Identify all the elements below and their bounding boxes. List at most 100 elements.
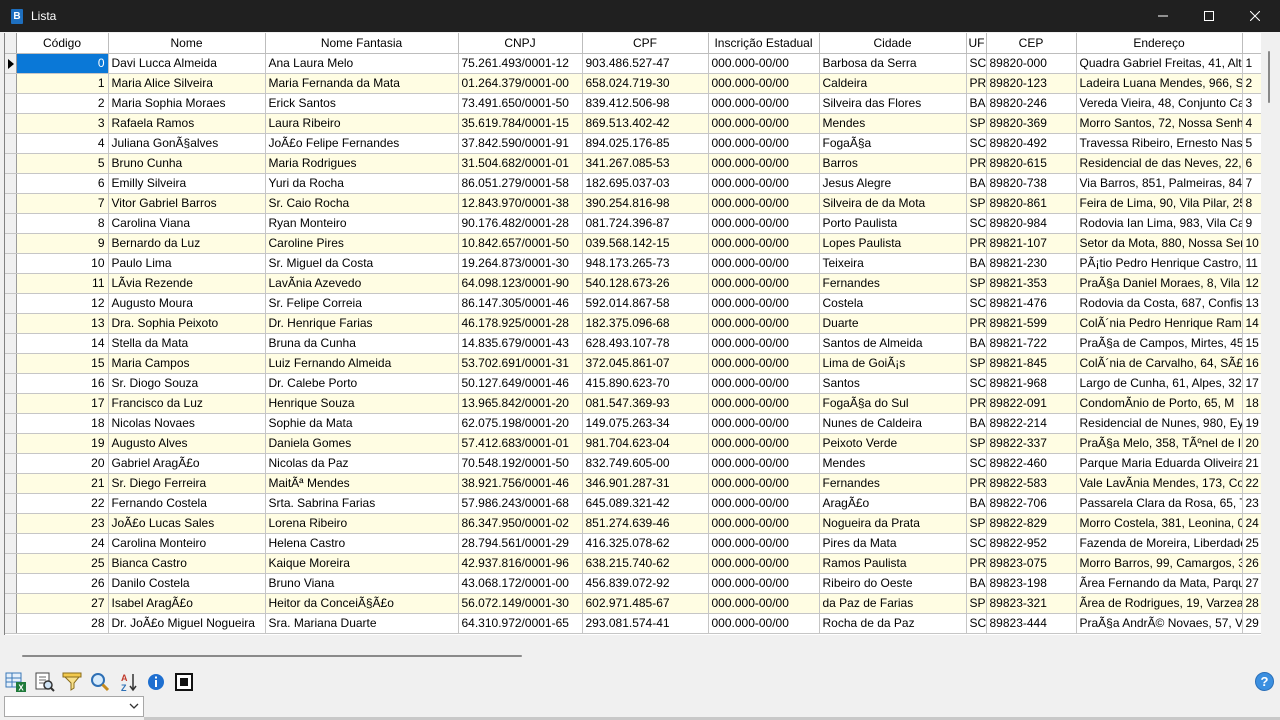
cell-cidade[interactable]: Duarte <box>819 313 967 334</box>
cell-cep[interactable]: 89822-706 <box>986 493 1077 514</box>
cell-cidade[interactable]: FogaÃ§a <box>819 133 967 154</box>
cell-nome[interactable]: Augusto Moura <box>108 293 266 314</box>
row-indicator[interactable] <box>5 353 17 374</box>
column-header-nome[interactable]: Nome <box>108 33 266 54</box>
cell-uf[interactable]: SC <box>966 133 987 154</box>
table-row[interactable]: 17 Francisco da Luz Henrique Souza 13.965.8… <box>5 393 1261 414</box>
cell-uf[interactable]: SP <box>966 433 987 454</box>
data-grid[interactable]: Código Nome Nome Fantasia CNPJ CPF Inscr… <box>4 33 1261 635</box>
cell-cep[interactable]: 89822-460 <box>986 453 1077 474</box>
column-header-uf[interactable]: UF <box>966 33 987 54</box>
cell-cnpj[interactable]: 19.264.873/0001-30 <box>458 253 583 274</box>
cell-endereco[interactable]: Parque Maria Eduarda Oliveira, <box>1076 453 1243 474</box>
cell-nome-fantasia[interactable]: Laura Ribeiro <box>265 113 459 134</box>
row-indicator[interactable] <box>5 113 17 134</box>
cell-cidade[interactable]: Rocha de da Paz <box>819 613 967 634</box>
cell-extra[interactable]: 2 <box>1242 73 1261 94</box>
table-row[interactable]: 2 Maria Sophia Moraes Erick Santos 73.491.6… <box>5 93 1261 114</box>
cell-cnpj[interactable]: 64.310.972/0001-65 <box>458 613 583 634</box>
cell-nome[interactable]: Juliana GonÃ§alves <box>108 133 266 154</box>
cell-cnpj[interactable]: 50.127.649/0001-46 <box>458 373 583 394</box>
cell-nome-fantasia[interactable]: Luiz Fernando Almeida <box>265 353 459 374</box>
cell-cidade[interactable]: Ramos Paulista <box>819 553 967 574</box>
cell-inscricao-estadual[interactable]: 000.000-00/00 <box>708 573 820 594</box>
cell-nome[interactable]: Dra. Sophia Peixoto <box>108 313 266 334</box>
row-indicator[interactable] <box>5 393 17 414</box>
minimize-button[interactable] <box>1140 0 1186 32</box>
cell-extra[interactable]: 11 <box>1242 253 1261 274</box>
cell-inscricao-estadual[interactable]: 000.000-00/00 <box>708 353 820 374</box>
sort-az-button[interactable]: A Z <box>116 670 140 694</box>
cell-uf[interactable]: PR <box>966 393 987 414</box>
cell-cpf[interactable]: 869.513.402-42 <box>582 113 709 134</box>
print-preview-button[interactable] <box>32 670 56 694</box>
table-row[interactable]: 18 Nicolas Novaes Sophie da Mata 62.075.198… <box>5 413 1261 434</box>
cell-nome[interactable]: Isabel AragÃ£o <box>108 593 266 614</box>
cell-cnpj[interactable]: 86.051.279/0001-58 <box>458 173 583 194</box>
filter-dropdown[interactable] <box>4 696 144 717</box>
cell-cnpj[interactable]: 64.098.123/0001-90 <box>458 273 583 294</box>
cell-inscricao-estadual[interactable]: 000.000-00/00 <box>708 273 820 294</box>
cell-nome-fantasia[interactable]: Erick Santos <box>265 93 459 114</box>
cell-extra[interactable]: 12 <box>1242 273 1261 294</box>
cell-extra[interactable]: 1 <box>1242 53 1261 74</box>
cell-cpf[interactable]: 456.839.072-92 <box>582 573 709 594</box>
row-indicator[interactable] <box>5 613 17 634</box>
cell-nome[interactable]: Carolina Viana <box>108 213 266 234</box>
cell-nome-fantasia[interactable]: Henrique Souza <box>265 393 459 414</box>
cell-cep[interactable]: 89821-845 <box>986 353 1077 374</box>
cell-cnpj[interactable]: 01.264.379/0001-00 <box>458 73 583 94</box>
cell-cidade[interactable]: Costela <box>819 293 967 314</box>
cell-nome-fantasia[interactable]: Sophie da Mata <box>265 413 459 434</box>
maximize-button[interactable] <box>1186 0 1232 32</box>
cell-uf[interactable]: PR <box>966 473 987 494</box>
cell-endereco[interactable]: Morro Santos, 72, Nossa Senho <box>1076 113 1243 134</box>
cell-cpf[interactable]: 341.267.085-53 <box>582 153 709 174</box>
cell-nome[interactable]: Augusto Alves <box>108 433 266 454</box>
cell-cep[interactable]: 89822-829 <box>986 513 1077 534</box>
cell-nome[interactable]: JoÃ£o Lucas Sales <box>108 513 266 534</box>
row-indicator[interactable] <box>5 173 17 194</box>
column-header-cnpj[interactable]: CNPJ <box>458 33 583 54</box>
cell-uf[interactable]: BA <box>966 333 987 354</box>
cell-uf[interactable]: BA <box>966 93 987 114</box>
cell-cidade[interactable]: Barbosa da Serra <box>819 53 967 74</box>
cell-cep[interactable]: 89820-369 <box>986 113 1077 134</box>
cell-codigo[interactable]: 18 <box>16 413 109 434</box>
cell-cnpj[interactable]: 86.347.950/0001-02 <box>458 513 583 534</box>
cell-extra[interactable]: 28 <box>1242 593 1261 614</box>
cell-nome[interactable]: Maria Alice Silveira <box>108 73 266 94</box>
cell-nome[interactable]: Vitor Gabriel Barros <box>108 193 266 214</box>
cell-endereco[interactable]: Passarela Clara da Rosa, 65, Tir <box>1076 493 1243 514</box>
cell-cidade[interactable]: Peixoto Verde <box>819 433 967 454</box>
cell-cpf[interactable]: 416.325.078-62 <box>582 533 709 554</box>
cell-nome-fantasia[interactable]: Kaique Moreira <box>265 553 459 574</box>
cell-endereco[interactable]: Largo de Cunha, 61, Alpes, 324 <box>1076 373 1243 394</box>
table-row[interactable]: 22 Fernando Costela Srta. Sabrina Farias 57… <box>5 493 1261 514</box>
cell-codigo[interactable]: 4 <box>16 133 109 154</box>
cell-nome[interactable]: LÃ­via Rezende <box>108 273 266 294</box>
cell-inscricao-estadual[interactable]: 000.000-00/00 <box>708 393 820 414</box>
row-indicator[interactable] <box>5 373 17 394</box>
cell-cnpj[interactable]: 10.842.657/0001-50 <box>458 233 583 254</box>
cell-uf[interactable]: BA <box>966 173 987 194</box>
cell-inscricao-estadual[interactable]: 000.000-00/00 <box>708 253 820 274</box>
cell-codigo[interactable]: 23 <box>16 513 109 534</box>
cell-cpf[interactable]: 628.493.107-78 <box>582 333 709 354</box>
cell-cpf[interactable]: 081.547.369-93 <box>582 393 709 414</box>
cell-cnpj[interactable]: 43.068.172/0001-00 <box>458 573 583 594</box>
cell-cidade[interactable]: Jesus Alegre <box>819 173 967 194</box>
cell-codigo[interactable]: 28 <box>16 613 109 634</box>
cell-extra[interactable]: 29 <box>1242 613 1261 634</box>
cell-cep[interactable]: 89823-075 <box>986 553 1077 574</box>
cell-extra[interactable]: 22 <box>1242 473 1261 494</box>
cell-cep[interactable]: 89820-246 <box>986 93 1077 114</box>
cell-cidade[interactable]: Mendes <box>819 113 967 134</box>
cell-endereco[interactable]: Fazenda de Moreira, Liberdade <box>1076 533 1243 554</box>
cell-extra[interactable]: 5 <box>1242 133 1261 154</box>
cell-codigo[interactable]: 15 <box>16 353 109 374</box>
cell-cnpj[interactable]: 70.548.192/0001-50 <box>458 453 583 474</box>
info-button[interactable] <box>144 670 168 694</box>
cell-nome-fantasia[interactable]: Dr. Henrique Farias <box>265 313 459 334</box>
cell-extra[interactable]: 16 <box>1242 353 1261 374</box>
